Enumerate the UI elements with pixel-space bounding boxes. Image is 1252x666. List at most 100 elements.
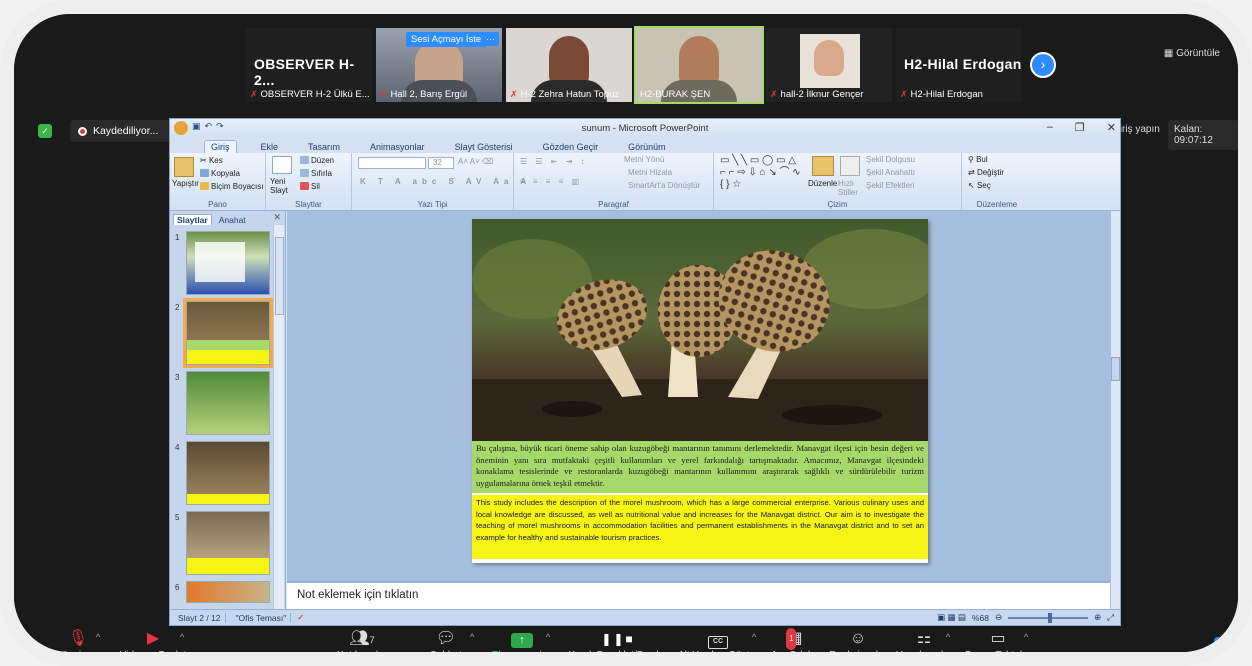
copy-button[interactable]: Kopyala — [200, 169, 240, 178]
delete-slide-button[interactable]: Sil — [300, 182, 320, 191]
zoom-slider[interactable] — [1008, 612, 1089, 623]
participants-button[interactable]: 👥︎7 Katılımcılar — [332, 628, 392, 652]
arrange-button[interactable]: Düzenle — [808, 179, 837, 188]
scrollbar-thumb[interactable] — [1111, 357, 1120, 381]
slide-thumbnail-2[interactable] — [183, 298, 273, 368]
office-button-icon[interactable] — [174, 121, 188, 135]
new-slide-icon[interactable] — [272, 156, 292, 174]
gallery-next-button[interactable]: › — [1030, 52, 1056, 78]
slide-thumbnail-3[interactable] — [186, 371, 270, 435]
shape-fill-button[interactable]: Şekil Dolgusu — [866, 155, 915, 164]
unmute-button[interactable]: 🎙︎ Sesi aç — [58, 628, 98, 652]
paste-icon[interactable] — [174, 157, 194, 177]
replace-button[interactable]: ⇄ Değiştir — [968, 168, 1004, 177]
paste-button[interactable]: Yapıştır — [172, 179, 199, 188]
undo-icon[interactable]: ↶ — [205, 121, 213, 135]
zoom-out-icon[interactable]: ⊖ — [995, 612, 1002, 623]
shape-outline-button[interactable]: Şekil Anahattı — [866, 168, 915, 177]
zoom-level[interactable]: %68 — [972, 613, 989, 623]
align-buttons[interactable]: ≡ ≡ ≡ ≡ ▥ — [520, 177, 582, 186]
minimize-icon[interactable]: – — [1047, 121, 1053, 134]
slide-thumbnail-5[interactable] — [186, 511, 270, 575]
show-captions-button[interactable]: CC Alt Yazıları Göster — [678, 628, 758, 652]
chevron-up-icon[interactable]: ^ — [946, 632, 950, 642]
save-icon[interactable]: ▣ — [192, 121, 201, 135]
participant-tile[interactable]: ✗ hall-2 İlknur Gençer — [766, 28, 892, 102]
zoom-in-icon[interactable]: ⊕ — [1094, 612, 1101, 623]
text-direction-button[interactable]: Metni Yönü — [624, 155, 664, 164]
font-size-input[interactable]: 32 — [428, 157, 454, 169]
font-name-input[interactable] — [358, 157, 426, 169]
tab-outline[interactable]: Anahat — [216, 215, 249, 225]
tab-tasarim[interactable]: Tasarım — [302, 141, 346, 153]
redo-icon[interactable]: ↷ — [216, 121, 224, 135]
participant-tile[interactable]: OBSERVER H-2... ✗ OBSERVER H-2 Ülkü E... — [246, 28, 372, 102]
shapes-gallery[interactable]: ▭ ╲ ╲ ▭ ◯ ▭ △ ⌐ ⌐ ⇨ ⇩ ⌂ ↘ ⌒ ∿ { } ☆ — [720, 155, 802, 191]
chevron-up-icon[interactable]: ^ — [470, 632, 474, 642]
participant-tile[interactable]: ✗ H-2 Zehra Hatun Topuz — [506, 28, 632, 102]
new-slide-button[interactable]: Yeni Slayt — [270, 177, 296, 195]
pause-stop-recording-button[interactable]: ❚❚■ Kaydı Duraklat/Durdur — [566, 628, 670, 652]
chevron-up-icon[interactable]: ^ — [180, 632, 184, 642]
select-button[interactable]: ↖ Seç — [968, 181, 991, 190]
participant-tile[interactable]: H2-Hilal Erdogan ✗ H2-Hilal Erdogan — [896, 28, 1022, 102]
grow-font-icon[interactable]: A˄ A˅ ⌫ — [458, 157, 493, 166]
tab-gozden-gecir[interactable]: Gözden Geçir — [537, 141, 605, 153]
spellcheck-icon[interactable]: ✓ — [297, 612, 304, 623]
zoom-slider-knob[interactable] — [1048, 612, 1053, 623]
close-icon[interactable]: ✕ — [273, 212, 281, 223]
close-icon[interactable]: ✕ — [1107, 121, 1116, 134]
reset-button[interactable]: Sıfırla — [300, 169, 332, 178]
muted-mic-icon: ✗ — [900, 89, 908, 99]
participant-tile[interactable]: Sesi Açmayı İste ··· ✗ Hall 2, Barış Ergü… — [376, 28, 502, 102]
layout-button[interactable]: Düzen — [300, 156, 334, 165]
whiteboards-button[interactable]: ▭ Beyaz Tahtalar — [964, 628, 1032, 652]
smartart-button[interactable]: SmartArt'a Dönüştür — [628, 181, 700, 190]
notes-pane[interactable]: Not eklemek için tıklatın — [287, 581, 1110, 609]
share-screen-button[interactable]: ↑ Ekranı paylaş — [490, 628, 554, 652]
chevron-up-icon[interactable]: ^ — [546, 632, 550, 642]
start-video-button[interactable]: ▶︎ Videoyu Başlat — [118, 628, 188, 652]
shape-effects-button[interactable]: Şekil Efektleri — [866, 181, 914, 190]
align-text-button[interactable]: Metni Hizala — [628, 168, 672, 177]
restore-icon[interactable]: ❐ — [1075, 121, 1085, 134]
security-shield-icon[interactable]: ✓ — [38, 124, 52, 138]
tab-slayt-gosterisi[interactable]: Slayt Gösterisi — [449, 141, 519, 153]
view-button[interactable]: ▦ Görüntüle — [1164, 48, 1220, 59]
slide-thumbnail-4[interactable] — [186, 441, 270, 505]
list-buttons[interactable]: ☰ ☰ ⇤ ⇥ ↕ — [520, 157, 588, 166]
tab-slides[interactable]: Slaytlar — [173, 214, 212, 225]
cut-button[interactable]: ✂ Kes — [200, 156, 223, 165]
english-text-box[interactable]: This study includes the description of t… — [472, 495, 928, 559]
slide-thumbnail-1[interactable] — [186, 231, 270, 295]
more-options-button[interactable]: ··· — [482, 32, 499, 46]
view-buttons-icon[interactable]: ▣ ▦ ▤ — [937, 612, 966, 623]
chat-button[interactable]: 💬︎ Sohbet — [426, 628, 466, 652]
participant-tile-active-speaker[interactable]: H2-BURAK ŞEN — [634, 26, 764, 104]
arrange-icon[interactable] — [812, 156, 834, 176]
tab-ekle[interactable]: Ekle — [255, 141, 285, 153]
current-slide[interactable]: Bu çalışma, büyük ticari öneme sahip ola… — [472, 219, 928, 563]
chevron-up-icon[interactable]: ^ — [752, 632, 756, 642]
chevron-up-icon[interactable]: ^ — [1024, 632, 1028, 642]
tab-gorunum[interactable]: Görünüm — [622, 141, 672, 153]
fit-slide-icon[interactable]: ⤢ — [1107, 612, 1114, 623]
scrollbar-thumb[interactable] — [275, 237, 284, 315]
breakout-rooms-button[interactable]: ▦1 Ara Odalar — [768, 628, 822, 652]
editor-scrollbar[interactable] — [1110, 211, 1120, 609]
chevron-up-icon[interactable]: ^ — [96, 632, 100, 642]
slide-thumbnail-6[interactable] — [186, 581, 270, 603]
quick-styles-button[interactable]: Hızlı Stiller — [838, 179, 862, 197]
rooms-button[interactable]: Odad — [1214, 637, 1238, 652]
reactions-button[interactable]: ☺︎ Reaksiyonlar — [828, 628, 888, 652]
apps-button[interactable]: ⚏ Uygulamalar — [894, 628, 954, 652]
slides-pane-scrollbar[interactable] — [273, 225, 284, 609]
format-painter-button[interactable]: Biçim Boyacısı — [200, 182, 263, 191]
quick-styles-icon[interactable] — [840, 156, 860, 176]
turkish-text-box[interactable]: Bu çalışma, büyük ticari öneme sahip ola… — [472, 441, 928, 493]
request-unmute-button[interactable]: Sesi Açmayı İste — [406, 32, 487, 47]
font-format-buttons[interactable]: K T A abc S AV Aa A — [360, 177, 531, 186]
find-button[interactable]: ⚲ Bul — [968, 155, 988, 164]
tab-animasyonlar[interactable]: Animasyonlar — [364, 141, 431, 153]
tab-giris[interactable]: Giriş — [204, 140, 237, 153]
